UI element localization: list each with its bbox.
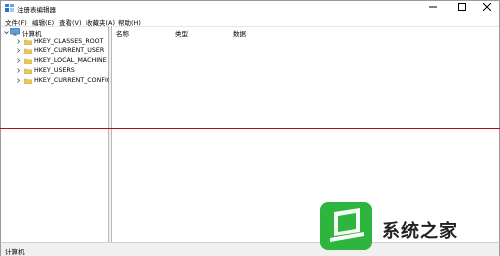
tree-item-label: HKEY_USERS: [34, 67, 75, 74]
chevron-right-icon[interactable]: [15, 46, 21, 55]
tree-item-hklm[interactable]: HKEY_LOCAL_MACHINE: [15, 56, 107, 65]
folder-icon: [23, 58, 33, 64]
tree-item-hkcu[interactable]: HKEY_CURRENT_USER: [15, 46, 104, 55]
watermark-badge: [320, 202, 372, 250]
chevron-right-icon[interactable]: [15, 37, 21, 46]
tree-item-label: HKEY_CURRENT_CONFIG: [34, 77, 112, 84]
list-header: 名称 类型 数据: [113, 27, 499, 38]
divider-line: [0, 128, 500, 129]
maximize-icon: [457, 3, 466, 13]
maximize-button[interactable]: [448, 1, 475, 15]
tree-item-hkcr[interactable]: HKEY_CLASSES_ROOT: [15, 37, 103, 46]
tree-item-hku[interactable]: HKEY_USERS: [15, 66, 75, 75]
menu-bar: 文件(F) 编辑(E) 查看(V) 收藏夹(A) 帮助(H): [1, 15, 499, 27]
window-title: 注册表编辑器: [17, 6, 56, 14]
title-bar[interactable]: 注册表编辑器: [1, 1, 499, 15]
tree-item-label: HKEY_CLASSES_ROOT: [34, 38, 104, 45]
computer-icon: [10, 27, 20, 38]
close-button[interactable]: [473, 1, 500, 15]
chevron-right-icon[interactable]: [15, 56, 21, 65]
folder-icon: [23, 68, 33, 74]
tree-item-label: HKEY_CURRENT_USER: [34, 47, 105, 54]
pane-splitter[interactable]: [109, 26, 112, 242]
tree-item-hkcc[interactable]: HKEY_CURRENT_CONFIG: [15, 76, 112, 85]
minimize-icon: [428, 3, 437, 13]
status-path: 计算机: [5, 248, 25, 256]
folder-icon: [23, 39, 33, 45]
close-icon: [482, 2, 491, 13]
watermark-logo: 系统之家: [320, 200, 500, 256]
column-name[interactable]: 名称: [116, 28, 129, 38]
tree-item-label: HKEY_LOCAL_MACHINE: [34, 57, 107, 64]
chevron-down-icon[interactable]: [3, 28, 9, 37]
folder-icon: [23, 78, 33, 84]
tree-root-label: 计算机: [22, 29, 42, 38]
watermark-text: 系统之家: [382, 221, 458, 242]
registry-tree[interactable]: 计算机 HKEY_CLASSES_ROOT HKEY_CURRENT_USER: [1, 26, 112, 242]
chevron-right-icon[interactable]: [15, 66, 21, 75]
folder-icon: [23, 48, 33, 54]
tree-root-computer[interactable]: 计算机: [3, 27, 42, 38]
chevron-right-icon[interactable]: [15, 76, 21, 85]
column-data[interactable]: 数据: [233, 28, 246, 38]
regedit-icon: [5, 4, 14, 12]
minimize-button[interactable]: [419, 1, 446, 15]
column-type[interactable]: 类型: [175, 28, 188, 38]
